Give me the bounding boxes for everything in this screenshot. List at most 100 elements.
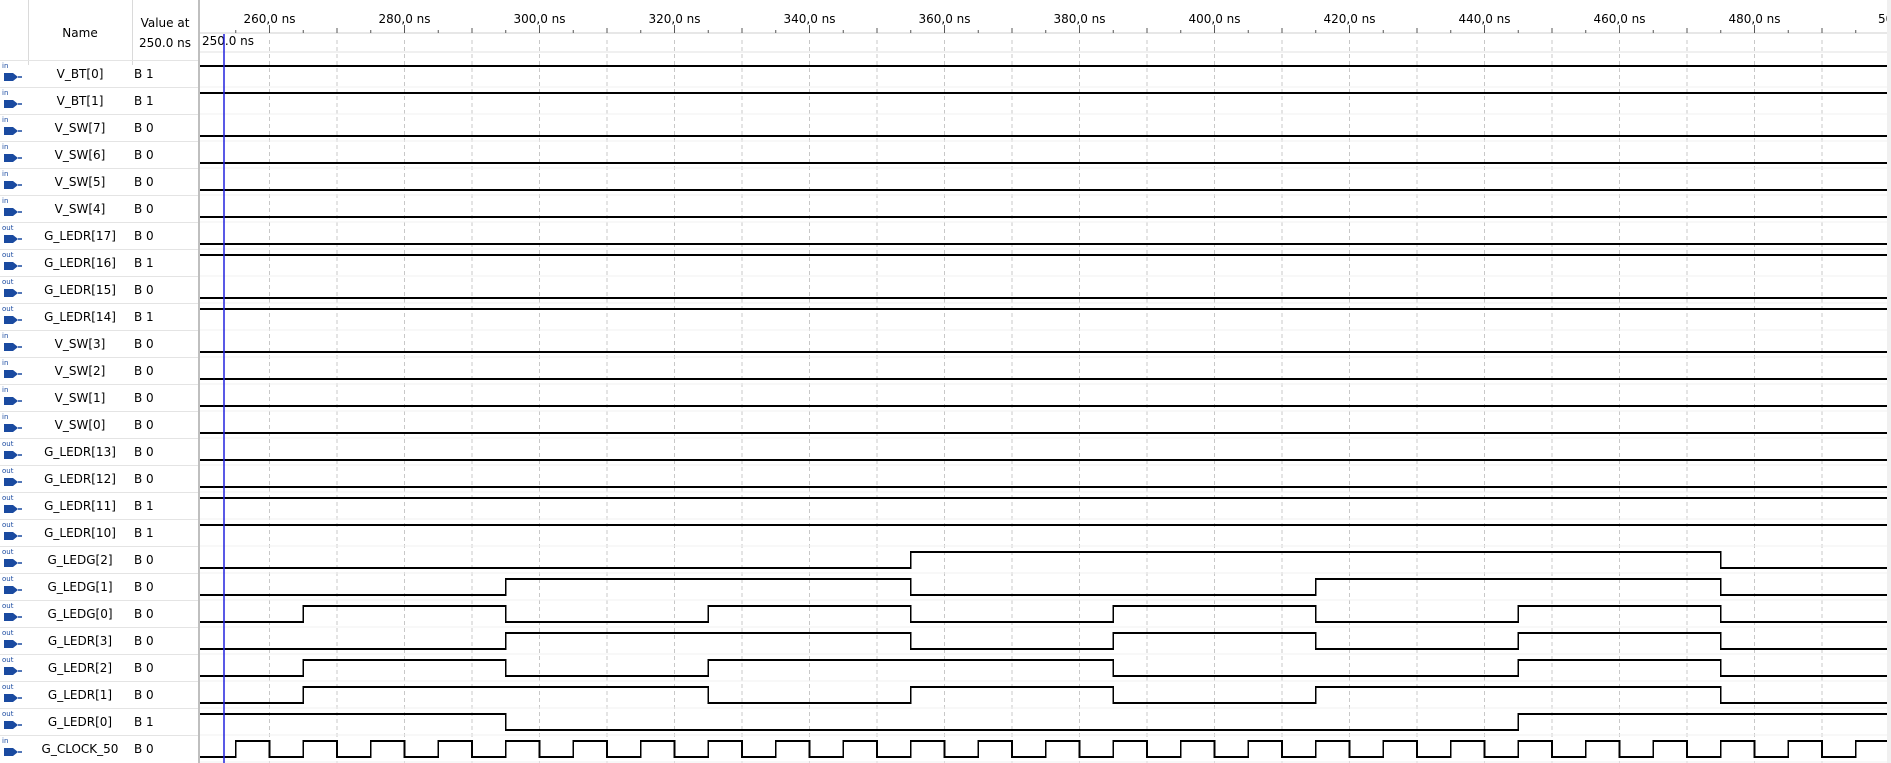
pin-direction-label: out	[2, 710, 14, 718]
waveform-g-ledr-2-[interactable]	[200, 659, 1891, 677]
signal-row[interactable]: in V_SW[4] B 0	[0, 195, 198, 222]
pin-direction-label: out	[2, 305, 14, 313]
output-pin-icon: out	[2, 494, 24, 515]
pin-direction-label: out	[2, 602, 14, 610]
ruler-tick-label: 360,0 ns	[918, 12, 970, 26]
signal-row[interactable]: in V_BT[1] B 1	[0, 87, 198, 114]
pin-direction-label: out	[2, 278, 14, 286]
signal-value: B 0	[134, 634, 154, 648]
pin-direction-label: in	[2, 332, 9, 340]
ruler-tick-label: 300,0 ns	[513, 12, 565, 26]
pin-direction-label: in	[2, 197, 9, 205]
name-column-header[interactable]: Name	[28, 0, 132, 65]
waveform-g-clock-50[interactable]	[200, 740, 1891, 758]
signal-row[interactable]: in V_SW[1] B 0	[0, 384, 198, 411]
signal-value: B 0	[134, 283, 154, 297]
signal-row[interactable]: in V_SW[2] B 0	[0, 357, 198, 384]
output-pin-icon: out	[2, 251, 24, 272]
input-pin-icon: in	[2, 170, 24, 191]
signal-row[interactable]: out G_LEDR[17] B 0	[0, 222, 198, 249]
signal-row[interactable]: out G_LEDR[14] B 1	[0, 303, 198, 330]
ruler-tick-label: 380,0 ns	[1053, 12, 1105, 26]
signal-value: B 0	[134, 175, 154, 189]
signal-value: B 0	[134, 229, 154, 243]
signal-name: G_LEDR[3]	[47, 634, 113, 648]
output-pin-icon: out	[2, 683, 24, 704]
signal-list-panel: Name Value at 250.0 ns in V_BT[0] B 1 in V_B…	[0, 0, 198, 763]
output-pin-icon: out	[2, 467, 24, 488]
value-header-label-line1: Value at	[140, 15, 190, 30]
signal-name: G_LEDR[1]	[47, 688, 113, 702]
signal-row[interactable]: in V_BT[0] B 1	[0, 60, 198, 87]
signal-name: G_CLOCK_50	[41, 742, 119, 756]
signal-value: B 1	[134, 94, 154, 108]
ruler-tick-label: 400,0 ns	[1188, 12, 1240, 26]
pin-direction-label: out	[2, 521, 14, 529]
vertical-scrollbar[interactable]	[1887, 0, 1891, 763]
signal-name: G_LEDR[10]	[44, 526, 116, 540]
pin-direction-label: in	[2, 737, 9, 745]
output-pin-icon: out	[2, 224, 24, 245]
output-pin-icon: out	[2, 278, 24, 299]
header-divider	[132, 0, 133, 65]
output-pin-icon: out	[2, 710, 24, 731]
waveform-g-ledg-0-[interactable]	[200, 605, 1891, 623]
signal-row[interactable]: out G_LEDR[16] B 1	[0, 249, 198, 276]
waveform-g-ledg-2-[interactable]	[200, 551, 1891, 569]
pin-direction-label: in	[2, 170, 9, 178]
signal-row[interactable]: out G_LEDR[3] B 0	[0, 627, 198, 654]
signal-row[interactable]: out G_LEDR[13] B 0	[0, 438, 198, 465]
input-pin-icon: in	[2, 359, 24, 380]
signal-row[interactable]: out G_LEDG[0] B 0	[0, 600, 198, 627]
value-column-header[interactable]: Value at 250.0 ns	[132, 0, 198, 65]
signal-value: B 0	[134, 418, 154, 432]
signal-row[interactable]: out G_LEDG[2] B 0	[0, 546, 198, 573]
signal-row[interactable]: in V_SW[7] B 0	[0, 114, 198, 141]
signal-value: B 0	[134, 337, 154, 351]
ruler-tick-label: 260,0 ns	[243, 12, 295, 26]
signal-row[interactable]: in V_SW[3] B 0	[0, 330, 198, 357]
signal-row[interactable]: out G_LEDG[1] B 0	[0, 573, 198, 600]
signal-value: B 0	[134, 148, 154, 162]
name-header-label: Name	[62, 25, 98, 40]
ruler-tick-label: 460,0 ns	[1593, 12, 1645, 26]
signal-name: V_SW[7]	[54, 121, 106, 135]
output-pin-icon: out	[2, 305, 24, 326]
pin-direction-label: out	[2, 251, 14, 259]
ruler-tick-label: 420,0 ns	[1323, 12, 1375, 26]
signal-row[interactable]: out G_LEDR[2] B 0	[0, 654, 198, 681]
waveform-g-ledg-1-[interactable]	[200, 578, 1891, 596]
input-pin-icon: in	[2, 332, 24, 353]
signal-row[interactable]: in V_SW[5] B 0	[0, 168, 198, 195]
signal-name: V_BT[0]	[56, 67, 104, 81]
waveform-g-ledr-0-[interactable]	[200, 713, 1891, 731]
signal-value: B 0	[134, 202, 154, 216]
input-pin-icon: in	[2, 737, 24, 758]
signal-name: G_LEDG[1]	[47, 580, 113, 594]
waveform-g-ledr-3-[interactable]	[200, 632, 1891, 650]
signal-name: V_BT[1]	[56, 94, 104, 108]
output-pin-icon: out	[2, 548, 24, 569]
input-pin-icon: in	[2, 413, 24, 434]
waveform-area[interactable]: 260,0 ns 280,0 ns 300,0 ns 320,0 ns 340,0 ns…	[200, 0, 1891, 763]
output-pin-icon: out	[2, 602, 24, 623]
signal-row[interactable]: out G_LEDR[15] B 0	[0, 276, 198, 303]
input-pin-icon: in	[2, 143, 24, 164]
signal-value: B 1	[134, 715, 154, 729]
signal-row[interactable]: out G_LEDR[12] B 0	[0, 465, 198, 492]
signal-row[interactable]: out G_LEDR[10] B 1	[0, 519, 198, 546]
ruler-tick-label: 480,0 ns	[1728, 12, 1780, 26]
waveform-g-ledr-1-[interactable]	[200, 686, 1891, 704]
waveform-canvas[interactable]: 260,0 ns 280,0 ns 300,0 ns 320,0 ns 340,0 ns…	[200, 0, 1891, 763]
header-divider	[28, 0, 29, 65]
output-pin-icon: out	[2, 440, 24, 461]
signal-row[interactable]: in G_CLOCK_50 B 0	[0, 735, 198, 762]
ruler-tick-label: 280,0 ns	[378, 12, 430, 26]
pin-direction-label: out	[2, 683, 14, 691]
signal-row[interactable]: out G_LEDR[1] B 0	[0, 681, 198, 708]
cursor-time-label: 250.0 ns	[202, 34, 254, 48]
signal-row[interactable]: out G_LEDR[11] B 1	[0, 492, 198, 519]
signal-row[interactable]: in V_SW[0] B 0	[0, 411, 198, 438]
signal-row[interactable]: out G_LEDR[0] B 1	[0, 708, 198, 735]
signal-row[interactable]: in V_SW[6] B 0	[0, 141, 198, 168]
